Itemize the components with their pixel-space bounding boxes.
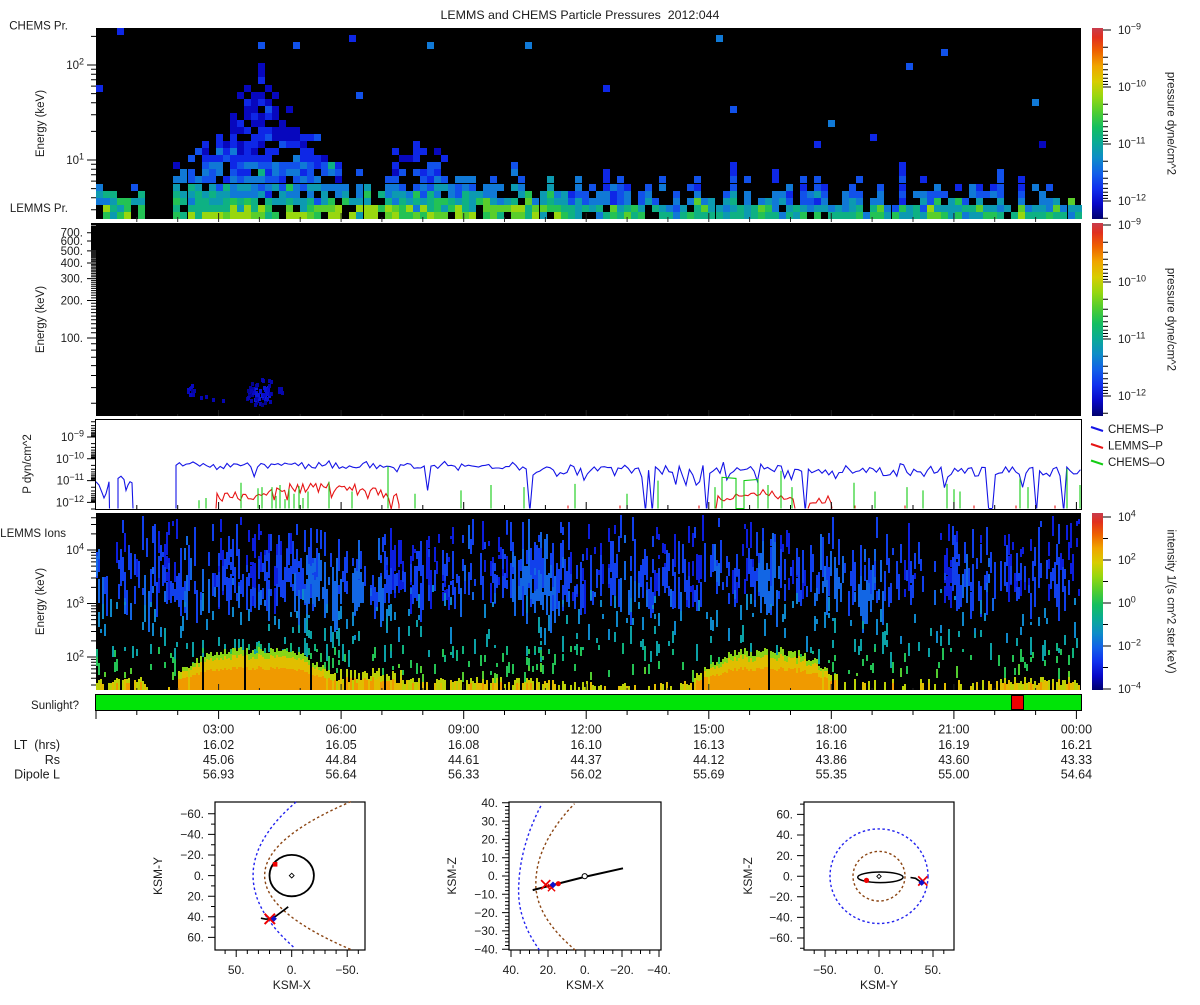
svg-text:06:00: 06:00 bbox=[325, 723, 356, 737]
svg-text:12:00: 12:00 bbox=[571, 723, 602, 737]
svg-text:KSM-X: KSM-X bbox=[566, 978, 604, 992]
svg-text:30.: 30. bbox=[481, 814, 498, 828]
svg-text:40.: 40. bbox=[503, 963, 520, 977]
svg-text:56.33: 56.33 bbox=[448, 767, 479, 781]
svg-text:60.: 60. bbox=[776, 808, 793, 822]
svg-text:40.: 40. bbox=[481, 796, 498, 810]
svg-text:LEMMS and CHEMS Particle Press: LEMMS and CHEMS Particle Pressures 2012:… bbox=[441, 8, 720, 22]
svg-text:0.: 0. bbox=[287, 963, 297, 977]
svg-text:pressure dyne/cm^2: pressure dyne/cm^2 bbox=[1165, 268, 1177, 371]
svg-text:40.: 40. bbox=[776, 828, 793, 842]
svg-text:16.05: 16.05 bbox=[325, 738, 356, 752]
svg-text:54.64: 54.64 bbox=[1061, 767, 1092, 781]
svg-text:55.35: 55.35 bbox=[816, 767, 847, 781]
svg-text:56.64: 56.64 bbox=[325, 767, 356, 781]
svg-text:P dyn/cm^2: P dyn/cm^2 bbox=[22, 434, 34, 494]
svg-text:43.86: 43.86 bbox=[816, 753, 847, 767]
svg-text:−40.: −40. bbox=[474, 942, 498, 956]
svg-text:CHEMS–O: CHEMS–O bbox=[1108, 457, 1165, 469]
svg-text:50.: 50. bbox=[228, 963, 245, 977]
svg-text:0.: 0. bbox=[874, 963, 884, 977]
svg-text:55.69: 55.69 bbox=[693, 767, 724, 781]
svg-text:−30.: −30. bbox=[474, 924, 498, 938]
svg-text:44.61: 44.61 bbox=[448, 753, 479, 767]
svg-text:−20.: −20. bbox=[610, 963, 634, 977]
svg-text:0.: 0. bbox=[580, 963, 590, 977]
svg-text:KSM-Y: KSM-Y bbox=[860, 978, 898, 992]
svg-text:−20.: −20. bbox=[474, 906, 498, 920]
svg-text:40.: 40. bbox=[187, 910, 204, 924]
svg-text:16.02: 16.02 bbox=[203, 738, 234, 752]
svg-text:−60.: −60. bbox=[769, 931, 793, 945]
svg-text:Dipole L: Dipole L bbox=[14, 767, 60, 781]
svg-text:50.: 50. bbox=[925, 963, 942, 977]
svg-text:100.: 100. bbox=[61, 333, 83, 345]
svg-text:16.08: 16.08 bbox=[448, 738, 479, 752]
svg-text:56.02: 56.02 bbox=[571, 767, 602, 781]
svg-text:KSM-X: KSM-X bbox=[273, 978, 311, 992]
svg-text:16.21: 16.21 bbox=[1061, 738, 1092, 752]
svg-text:45.06: 45.06 bbox=[203, 753, 234, 767]
svg-text:20.: 20. bbox=[481, 833, 498, 847]
svg-text:55.00: 55.00 bbox=[938, 767, 969, 781]
svg-text:15:00: 15:00 bbox=[693, 723, 724, 737]
svg-text:−60.: −60. bbox=[180, 807, 204, 821]
svg-text:Rs: Rs bbox=[45, 753, 60, 767]
svg-text:intensity 1/(s cm^2 ster keV): intensity 1/(s cm^2 ster keV) bbox=[1165, 529, 1177, 673]
svg-text:56.93: 56.93 bbox=[203, 767, 234, 781]
svg-text:18:00: 18:00 bbox=[816, 723, 847, 737]
svg-text:−50.: −50. bbox=[813, 963, 837, 977]
svg-text:−50.: −50. bbox=[335, 963, 359, 977]
svg-text:20.: 20. bbox=[776, 849, 793, 863]
svg-text:Sunlight?: Sunlight? bbox=[31, 700, 79, 712]
svg-text:pressure dyne/cm^2: pressure dyne/cm^2 bbox=[1165, 72, 1177, 175]
svg-text:Energy (keV): Energy (keV) bbox=[35, 286, 47, 353]
svg-text:200.: 200. bbox=[61, 295, 83, 307]
svg-text:LEMMS Pr.: LEMMS Pr. bbox=[10, 203, 68, 215]
svg-text:−40.: −40. bbox=[769, 911, 793, 925]
svg-text:KSM-Z: KSM-Z bbox=[741, 857, 755, 894]
svg-text:16.13: 16.13 bbox=[693, 738, 724, 752]
svg-text:300.: 300. bbox=[61, 274, 83, 286]
svg-text:CHEMS–P: CHEMS–P bbox=[1108, 424, 1164, 436]
svg-text:LEMMS Ions: LEMMS Ions bbox=[0, 528, 66, 540]
svg-text:0.: 0. bbox=[783, 869, 793, 883]
svg-text:−20.: −20. bbox=[769, 890, 793, 904]
svg-text:CHEMS Pr.: CHEMS Pr. bbox=[9, 21, 68, 33]
svg-text:44.12: 44.12 bbox=[693, 753, 724, 767]
svg-text:−40.: −40. bbox=[647, 963, 671, 977]
svg-text:00:00: 00:00 bbox=[1061, 723, 1092, 737]
svg-text:20.: 20. bbox=[540, 963, 557, 977]
svg-text:44.37: 44.37 bbox=[571, 753, 602, 767]
svg-text:Energy (keV): Energy (keV) bbox=[35, 568, 47, 635]
svg-text:21:00: 21:00 bbox=[938, 723, 969, 737]
svg-text:43.60: 43.60 bbox=[938, 753, 969, 767]
svg-text:09:00: 09:00 bbox=[448, 723, 479, 737]
svg-text:LT (hrs): LT (hrs) bbox=[14, 738, 60, 752]
svg-text:60.: 60. bbox=[187, 931, 204, 945]
svg-text:400.: 400. bbox=[61, 258, 83, 270]
svg-text:LEMMS–P: LEMMS–P bbox=[1108, 441, 1163, 453]
svg-text:−10.: −10. bbox=[474, 888, 498, 902]
svg-text:16.10: 16.10 bbox=[571, 738, 602, 752]
svg-text:0.: 0. bbox=[194, 869, 204, 883]
svg-text:03:00: 03:00 bbox=[203, 723, 234, 737]
svg-text:KSM-Z: KSM-Z bbox=[445, 857, 459, 894]
svg-text:Energy (keV): Energy (keV) bbox=[35, 90, 47, 157]
svg-text:700.: 700. bbox=[61, 228, 83, 240]
svg-text:44.84: 44.84 bbox=[325, 753, 356, 767]
svg-text:−40.: −40. bbox=[180, 828, 204, 842]
svg-text:0.: 0. bbox=[488, 869, 498, 883]
svg-text:16.16: 16.16 bbox=[816, 738, 847, 752]
svg-text:16.19: 16.19 bbox=[938, 738, 969, 752]
svg-text:10.: 10. bbox=[481, 851, 498, 865]
svg-text:43.33: 43.33 bbox=[1061, 753, 1092, 767]
svg-text:20.: 20. bbox=[187, 889, 204, 903]
svg-text:KSM-Y: KSM-Y bbox=[151, 857, 165, 895]
svg-text:−20.: −20. bbox=[180, 848, 204, 862]
